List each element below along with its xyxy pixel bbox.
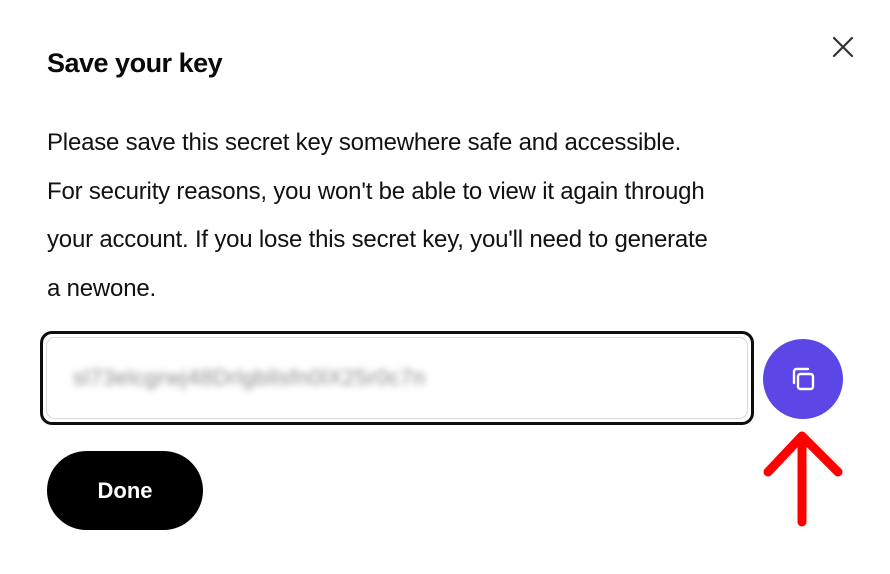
- copy-key-button[interactable]: [763, 339, 843, 419]
- dialog-message: Please save this secret key somewhere sa…: [47, 119, 847, 313]
- done-button[interactable]: Done: [47, 451, 203, 530]
- save-key-dialog: Save your key Please save this secret ke…: [0, 0, 890, 574]
- secret-key-input[interactable]: [71, 364, 715, 392]
- message-line: Please save this secret key somewhere sa…: [47, 129, 682, 156]
- message-line: a newone.: [47, 274, 156, 302]
- close-icon: [832, 36, 854, 58]
- copy-icon: [792, 367, 815, 391]
- message-line: For security reasons, you won't be able …: [47, 177, 705, 205]
- message-line: your account. If you lose this secret ke…: [47, 226, 708, 253]
- red-arrow-up-icon: [763, 431, 843, 527]
- close-button[interactable]: [826, 30, 860, 64]
- dialog-title: Save your key: [47, 48, 223, 78]
- secret-key-field[interactable]: [40, 331, 754, 425]
